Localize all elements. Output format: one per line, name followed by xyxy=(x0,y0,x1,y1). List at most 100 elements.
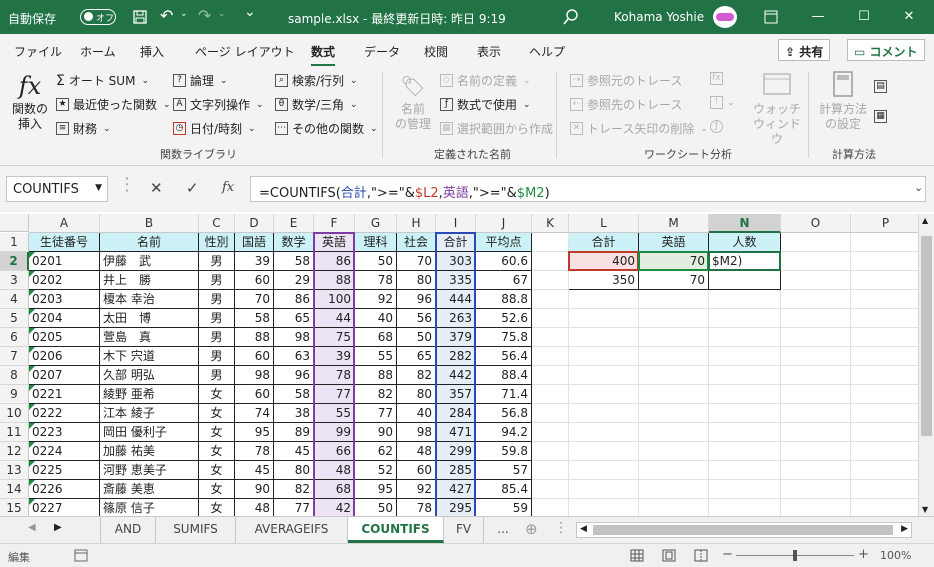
table-cell[interactable]: 60.6 xyxy=(476,252,532,271)
criteria-cell[interactable]: 400 xyxy=(569,252,639,271)
table-cell[interactable]: 58 xyxy=(235,309,274,328)
cell[interactable] xyxy=(781,271,851,290)
table-cell[interactable]: 女 xyxy=(199,404,235,423)
scroll-thumb[interactable] xyxy=(921,236,932,436)
criteria-cell[interactable]: 350 xyxy=(569,271,639,290)
table-cell[interactable]: 38 xyxy=(274,404,314,423)
criteria-cell[interactable] xyxy=(709,271,781,290)
table-cell[interactable]: 44 xyxy=(314,309,355,328)
cell[interactable] xyxy=(709,328,781,347)
cancel-entry-icon[interactable]: ✕ xyxy=(150,179,163,197)
column-header[interactable]: P xyxy=(851,214,921,233)
table-cell[interactable]: 56.8 xyxy=(476,404,532,423)
column-header[interactable]: N xyxy=(709,214,781,233)
cell[interactable] xyxy=(639,480,709,499)
add-sheet-icon[interactable]: ⊕ xyxy=(525,520,538,538)
table-cell[interactable]: 99 xyxy=(314,423,355,442)
cell[interactable] xyxy=(569,309,639,328)
cell[interactable] xyxy=(569,385,639,404)
table-cell[interactable]: 96 xyxy=(397,290,436,309)
cell[interactable] xyxy=(851,309,921,328)
autosave-toggle[interactable]: オフ xyxy=(80,9,116,25)
table-cell[interactable]: 77 xyxy=(355,404,397,423)
table-header-cell[interactable]: 性別 xyxy=(199,233,235,252)
table-cell[interactable]: 78 xyxy=(397,499,436,516)
criteria-cell[interactable]: $M2) xyxy=(709,252,781,271)
row-header[interactable]: 4 xyxy=(0,290,29,309)
table-cell[interactable]: 45 xyxy=(235,461,274,480)
row-header[interactable]: 3 xyxy=(0,271,29,290)
table-cell[interactable]: 江本 綾子 xyxy=(100,404,199,423)
column-header[interactable]: I xyxy=(436,214,476,233)
table-cell[interactable]: 442 xyxy=(436,366,476,385)
text-functions-button[interactable]: A 文字列操作 ⌄ xyxy=(173,96,264,113)
table-cell[interactable]: 75 xyxy=(314,328,355,347)
table-cell[interactable]: 0206 xyxy=(29,347,100,366)
next-sheet-icon[interactable]: ▶ xyxy=(54,522,62,533)
table-cell[interactable]: 女 xyxy=(199,480,235,499)
table-cell[interactable]: 42 xyxy=(314,499,355,516)
cell[interactable] xyxy=(532,442,569,461)
cell[interactable] xyxy=(851,499,921,516)
table-header-cell[interactable]: 名前 xyxy=(100,233,199,252)
table-cell[interactable]: 70 xyxy=(397,252,436,271)
table-cell[interactable]: 太田 博 xyxy=(100,309,199,328)
cell[interactable] xyxy=(781,309,851,328)
table-cell[interactable]: 52 xyxy=(355,461,397,480)
cell[interactable] xyxy=(851,404,921,423)
formula-input[interactable]: =COUNTIFS(合計,">="&$L2,英語,">="&$M2) xyxy=(250,176,926,202)
table-header-cell[interactable]: 合計 xyxy=(436,233,476,252)
table-cell[interactable]: 48 xyxy=(235,499,274,516)
table-cell[interactable]: 82 xyxy=(355,385,397,404)
cell[interactable] xyxy=(569,328,639,347)
table-cell[interactable]: 75.8 xyxy=(476,328,532,347)
cell[interactable] xyxy=(569,423,639,442)
table-cell[interactable]: 56.4 xyxy=(476,347,532,366)
table-cell[interactable]: 96 xyxy=(274,366,314,385)
row-header[interactable]: 7 xyxy=(0,347,29,366)
cell[interactable] xyxy=(851,328,921,347)
table-cell[interactable]: 98 xyxy=(397,423,436,442)
table-cell[interactable]: 58 xyxy=(274,252,314,271)
cell[interactable] xyxy=(569,442,639,461)
table-cell[interactable]: 榎本 幸治 xyxy=(100,290,199,309)
cell[interactable] xyxy=(639,366,709,385)
cell[interactable] xyxy=(569,404,639,423)
tab-file[interactable]: ファイル xyxy=(14,43,62,60)
cell[interactable] xyxy=(569,366,639,385)
cell[interactable] xyxy=(569,290,639,309)
table-cell[interactable]: 55 xyxy=(314,404,355,423)
table-cell[interactable]: 木下 宍道 xyxy=(100,347,199,366)
table-cell[interactable]: 0227 xyxy=(29,499,100,516)
table-cell[interactable]: 88.8 xyxy=(476,290,532,309)
trace-dependents-button[interactable]: ⇠ 参照先のトレース xyxy=(570,96,682,113)
criteria-cell[interactable]: 70 xyxy=(639,271,709,290)
cell[interactable] xyxy=(781,461,851,480)
table-cell[interactable]: 263 xyxy=(436,309,476,328)
scroll-up-icon[interactable]: ▲ xyxy=(922,216,928,225)
row-header[interactable]: 15 xyxy=(0,499,29,516)
datetime-button[interactable]: ◷ 日付/時刻 ⌄ xyxy=(173,120,256,137)
cell[interactable] xyxy=(781,480,851,499)
cell[interactable] xyxy=(532,385,569,404)
row-header[interactable]: 13 xyxy=(0,461,29,480)
table-cell[interactable]: 0224 xyxy=(29,442,100,461)
avatar[interactable] xyxy=(713,6,737,28)
criteria-header-cell[interactable]: 英語 xyxy=(639,233,709,252)
minimize-icon[interactable]: — xyxy=(808,9,828,24)
table-cell[interactable]: 29 xyxy=(274,271,314,290)
cell[interactable] xyxy=(532,423,569,442)
cell[interactable] xyxy=(532,309,569,328)
table-cell[interactable]: 男 xyxy=(199,347,235,366)
cell[interactable] xyxy=(532,461,569,480)
cell[interactable] xyxy=(709,385,781,404)
table-cell[interactable]: 女 xyxy=(199,461,235,480)
cell[interactable] xyxy=(569,461,639,480)
error-checking-button[interactable]: ! ⌄ xyxy=(710,96,735,109)
share-button[interactable]: ⇪ 共有 xyxy=(778,39,831,61)
table-cell[interactable]: 70 xyxy=(235,290,274,309)
table-cell[interactable]: 河野 恵美子 xyxy=(100,461,199,480)
table-header-cell[interactable]: 理科 xyxy=(355,233,397,252)
table-cell[interactable]: 伊藤 武 xyxy=(100,252,199,271)
table-cell[interactable]: 0204 xyxy=(29,309,100,328)
